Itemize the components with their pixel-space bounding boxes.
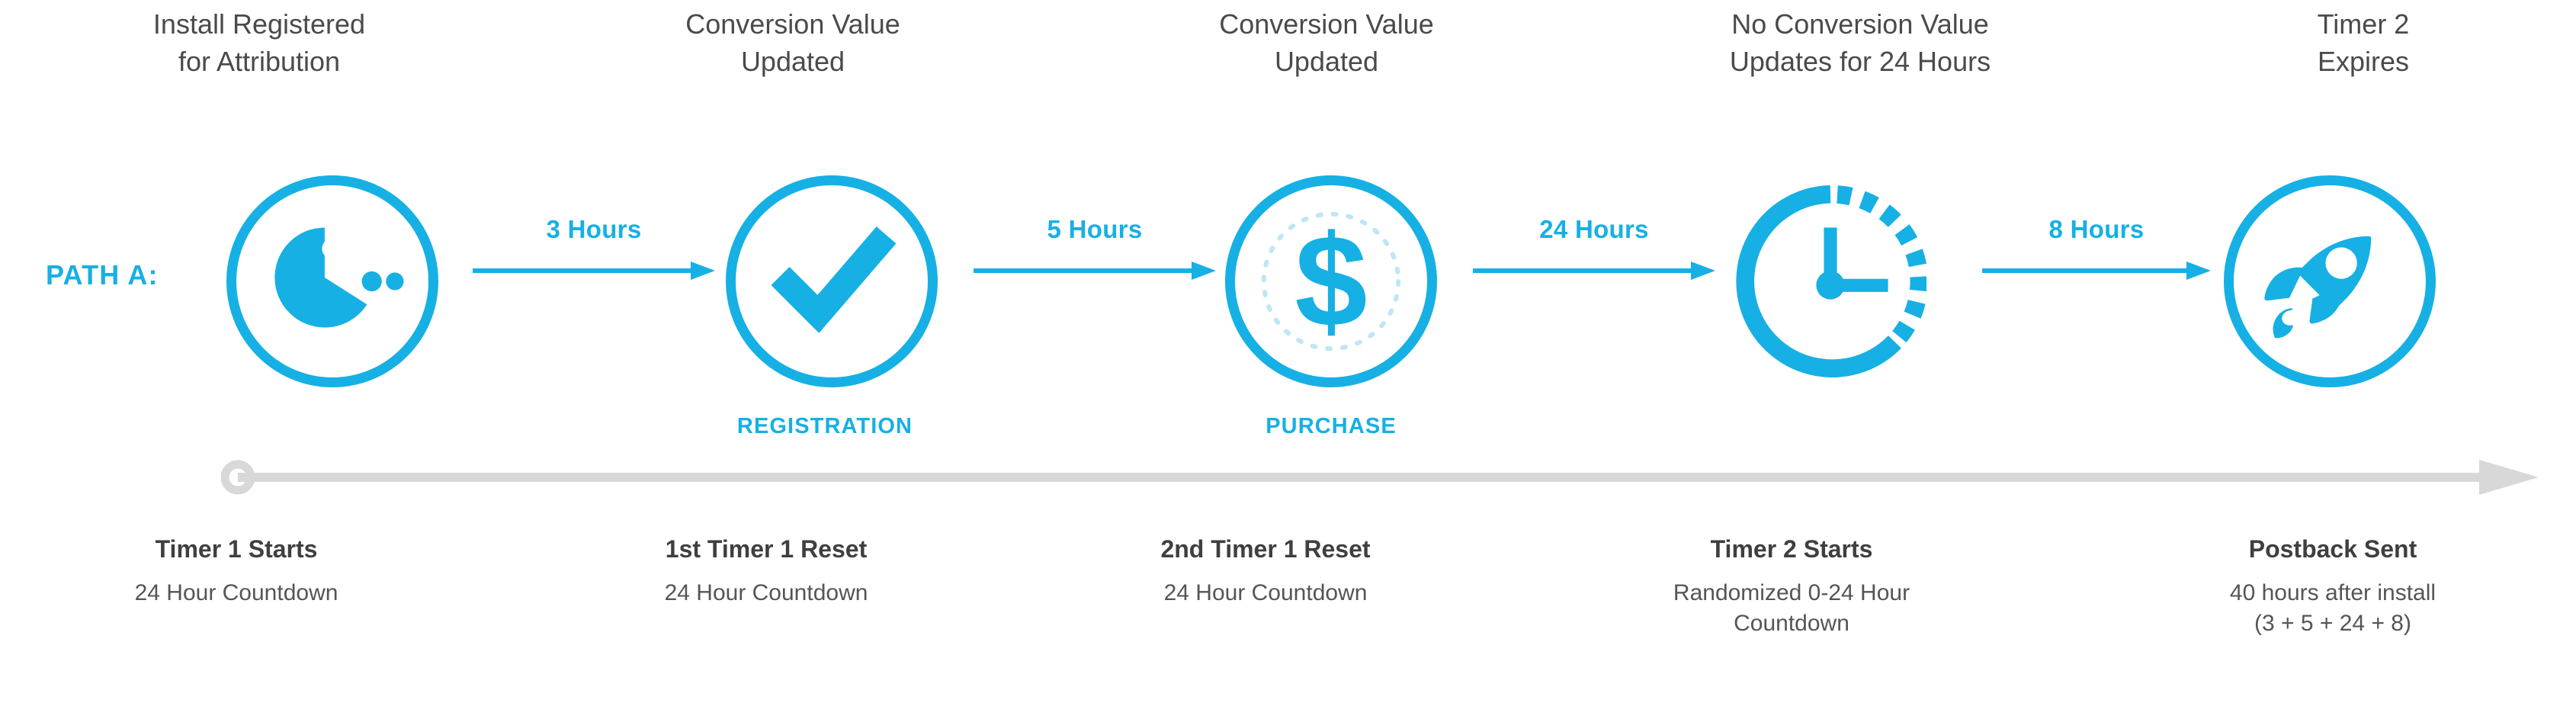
link-1: 3 Hours xyxy=(473,215,715,284)
caption-3-title: 2nd Timer 1 Reset xyxy=(1160,535,1371,563)
link-3-label: 24 Hours xyxy=(1539,215,1649,243)
link-1-label: 3 Hours xyxy=(546,215,642,243)
caption-5: Postback Sent 40 hours after install (3 … xyxy=(2135,534,2531,640)
link-4: 8 Hours xyxy=(1982,215,2211,284)
step-header-5: Timer 2 Expires xyxy=(2173,6,2554,80)
caption-4: Timer 2 Starts Randomized 0-24 Hour Coun… xyxy=(1593,534,1990,640)
pacman-install-icon xyxy=(274,227,404,328)
svg-text:$: $ xyxy=(1294,209,1367,355)
link-2: 5 Hours xyxy=(974,215,1216,284)
link-4-label: 8 Hours xyxy=(2048,215,2145,243)
step-node-purchase[interactable]: $ xyxy=(1225,175,1437,387)
caption-3: 2nd Timer 1 Reset 24 Hour Countdown xyxy=(1067,534,1464,608)
step-header-2-line1: Conversion Value xyxy=(685,8,900,40)
diagram-canvas: PATH A: Install Registered for Attributi… xyxy=(0,0,2576,703)
link-3: 24 Hours xyxy=(1473,215,1715,284)
event-tag-purchase: PURCHASE xyxy=(1266,414,1397,438)
caption-4-sub-line2: Countdown xyxy=(1734,611,1849,637)
caption-1-title: Timer 1 Starts xyxy=(155,535,318,563)
caption-5-sub-line2: (3 + 5 + 24 + 8) xyxy=(2254,611,2411,637)
step-node-registration[interactable] xyxy=(726,175,938,387)
dollar-coin-icon: $ xyxy=(1261,209,1401,355)
step-header-4-line1: No Conversion Value xyxy=(1731,8,1989,40)
arrow-right-icon xyxy=(473,262,715,280)
timeline-end-arrow xyxy=(2479,460,2539,495)
step-header-1-line2: for Attribution xyxy=(178,45,341,77)
rocket-icon xyxy=(2264,236,2372,339)
caption-2: 1st Timer 1 Reset 24 Hour Countdown xyxy=(568,534,964,608)
caption-1-sub-line1: 24 Hour Countdown xyxy=(134,579,338,605)
step-header-3-line2: Updated xyxy=(1274,45,1379,77)
step-header-5-line2: Expires xyxy=(2317,45,2410,77)
step-header-3-line1: Conversion Value xyxy=(1219,8,1434,40)
step-header-5-line1: Timer 2 xyxy=(2317,8,2410,40)
link-2-label: 5 Hours xyxy=(1047,215,1143,243)
step-header-1-line1: Install Registered xyxy=(152,8,366,40)
step-header-3: Conversion Value Updated xyxy=(1113,6,1540,80)
checkmark-icon xyxy=(771,226,897,333)
arrow-right-icon xyxy=(1473,262,1715,280)
caption-1: Timer 1 Starts 24 Hour Countdown xyxy=(38,534,435,608)
step-header-1: Install Registered for Attribution xyxy=(46,6,473,80)
clock-icon xyxy=(1736,185,1926,377)
event-tag-registration: REGISTRATION xyxy=(736,414,913,438)
step-header-2: Conversion Value Updated xyxy=(579,6,1006,80)
step-header-4: No Conversion Value Updates for 24 Hours xyxy=(1624,6,2096,80)
arrow-right-icon xyxy=(1982,262,2211,280)
step-node-install[interactable] xyxy=(226,175,438,387)
arrow-right-icon xyxy=(974,262,1216,280)
caption-3-sub-line1: 24 Hour Countdown xyxy=(1163,579,1368,605)
caption-2-title: 1st Timer 1 Reset xyxy=(665,535,868,563)
step-header-2-line2: Updated xyxy=(740,45,845,77)
step-header-4-line2: Updates for 24 Hours xyxy=(1729,45,1991,77)
caption-5-title: Postback Sent xyxy=(2248,535,2417,563)
caption-4-sub-line1: Randomized 0-24 Hour xyxy=(1673,579,1910,605)
path-label: PATH A: xyxy=(46,259,159,291)
caption-4-title: Timer 2 Starts xyxy=(1710,535,1873,563)
step-node-timer2-expires[interactable] xyxy=(2224,175,2436,387)
caption-5-sub-line1: 40 hours after install xyxy=(2229,579,2436,605)
caption-2-sub-line1: 24 Hour Countdown xyxy=(664,579,868,605)
step-node-timer2-start[interactable] xyxy=(1724,175,1936,387)
timeline-axis xyxy=(221,460,2539,495)
